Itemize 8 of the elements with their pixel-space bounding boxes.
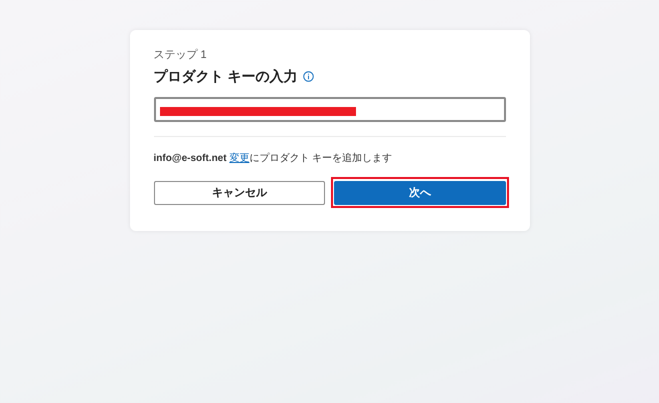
account-notice: info@e-soft.net 変更にプロダクト キーを追加します [154, 152, 394, 166]
next-button[interactable]: 次へ [334, 180, 506, 205]
cancel-button[interactable]: キャンセル [154, 180, 325, 205]
step-label: ステップ 1 [154, 48, 207, 63]
dialog-title: プロダクト キーの入力 [154, 66, 298, 86]
product-key-field[interactable] [154, 96, 506, 122]
info-icon[interactable] [303, 70, 314, 82]
change-link[interactable]: 変更 [229, 152, 250, 164]
